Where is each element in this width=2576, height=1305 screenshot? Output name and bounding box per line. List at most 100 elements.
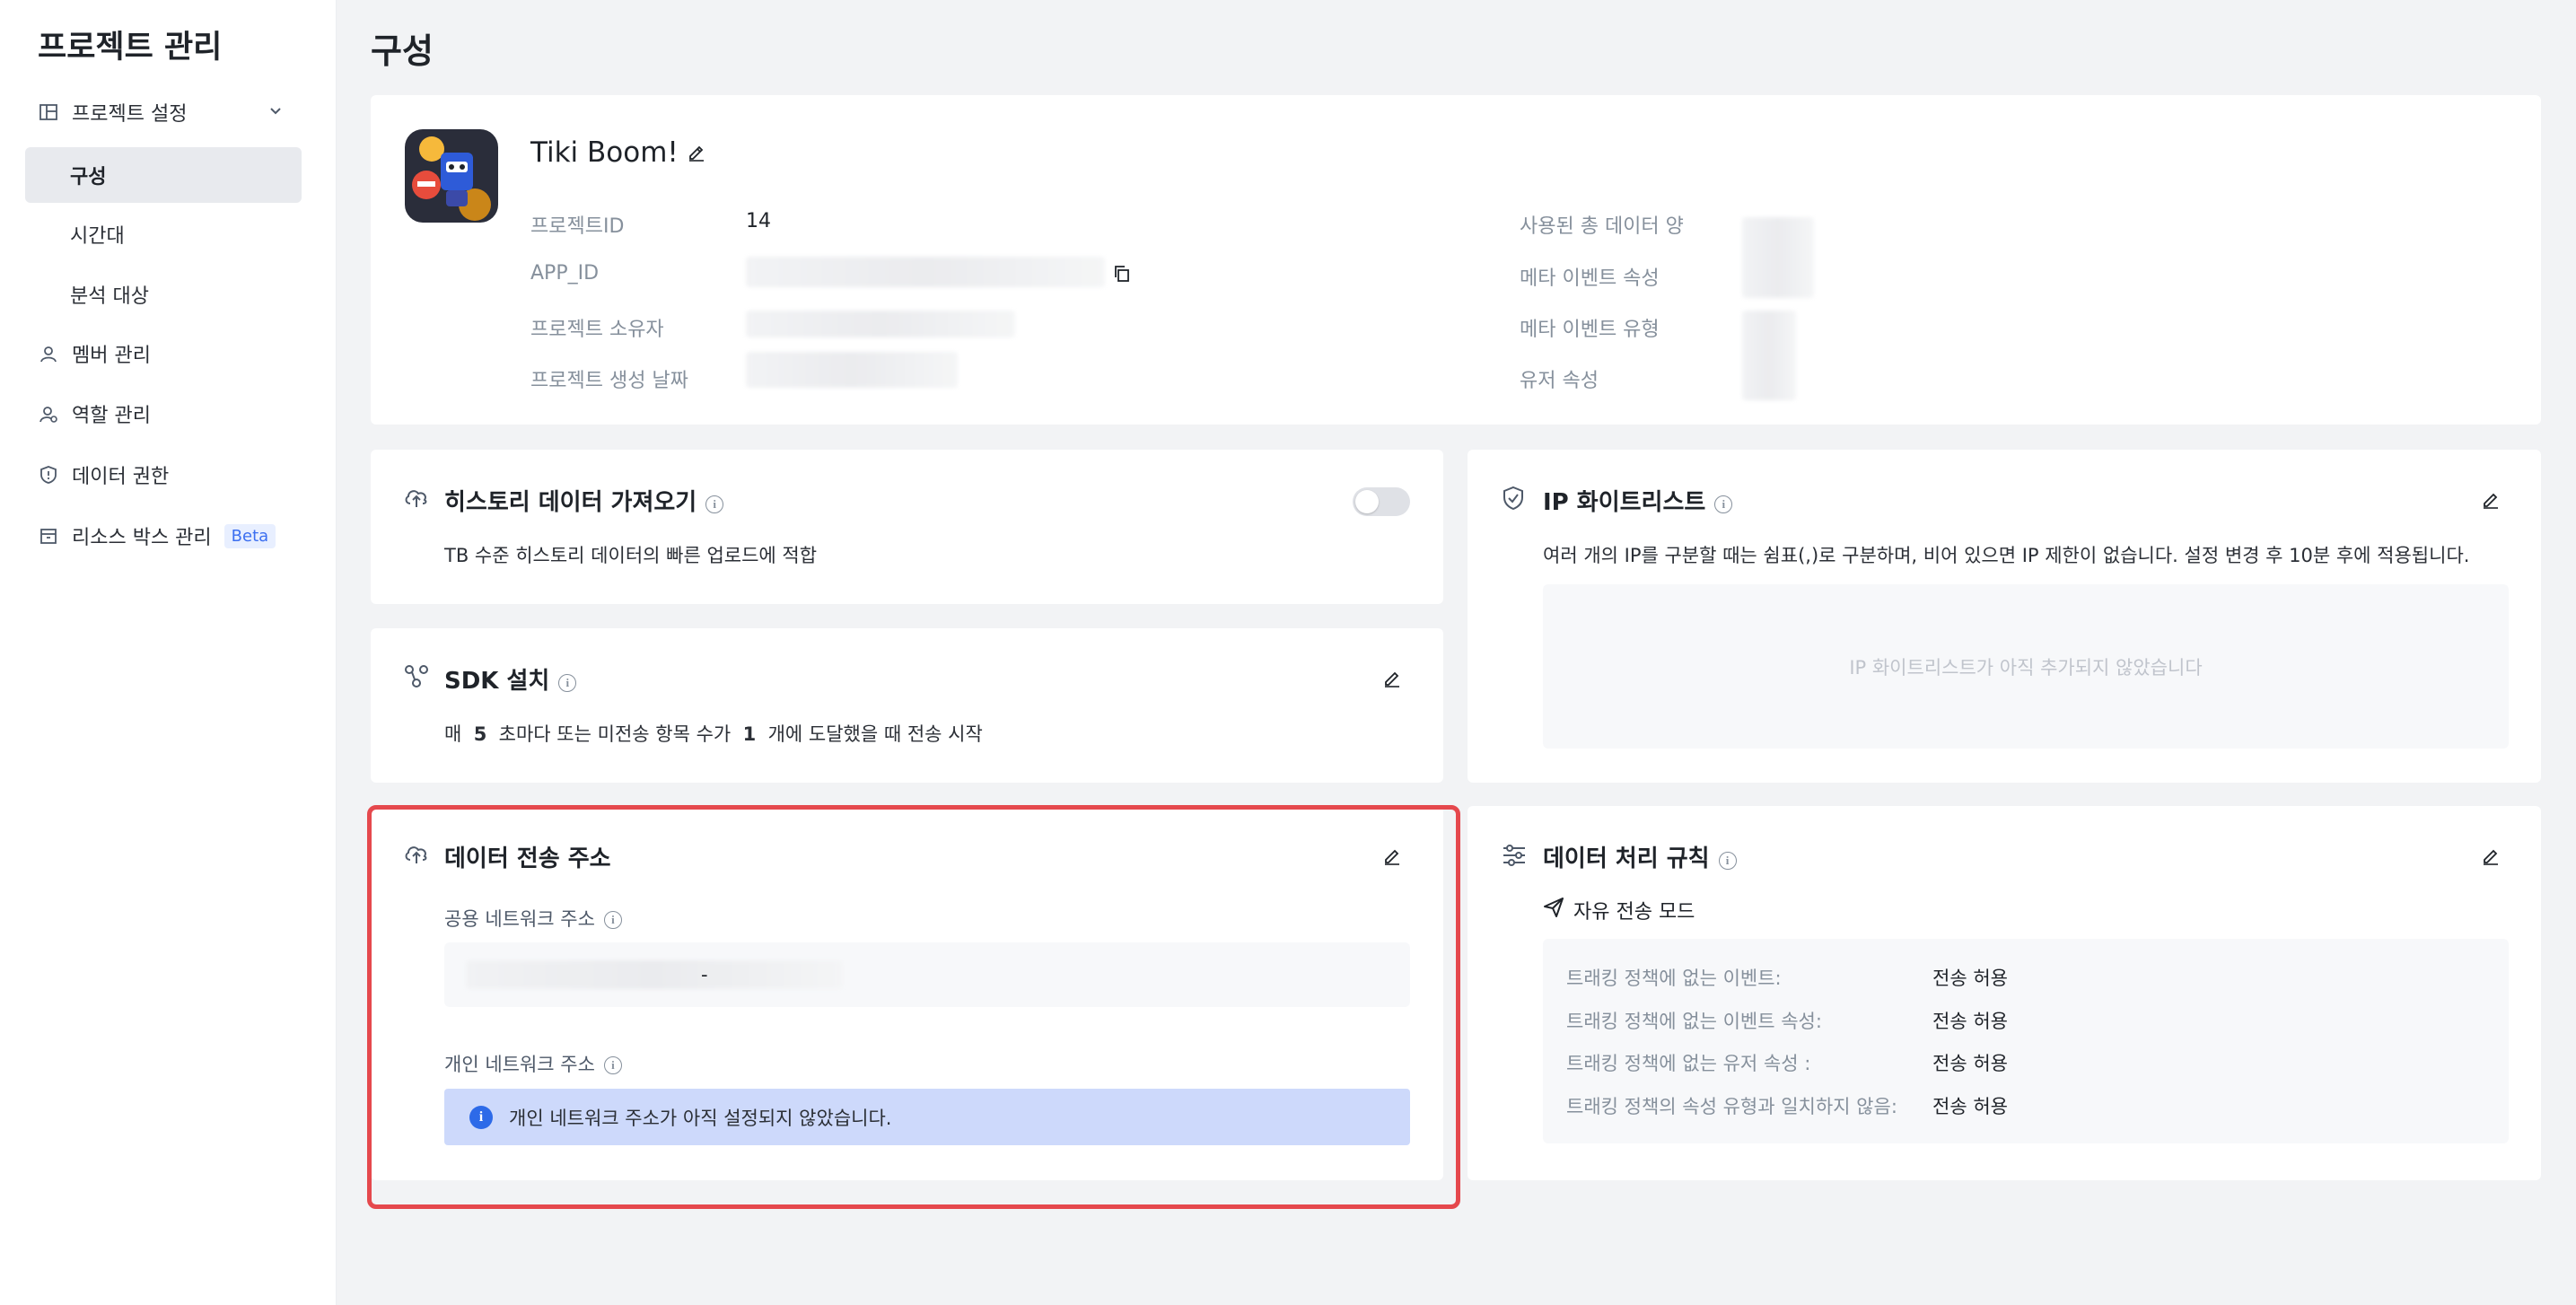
edit-sdk-button[interactable] (1379, 664, 1406, 691)
send-icon (1543, 897, 1564, 924)
data-rules-title: 데이터 처리 규칙 i (1543, 840, 1737, 873)
data-used-value-redacted (1742, 217, 1814, 298)
project-info-card: Tiki Boom! 프로젝트ID 14 APP_ID 프로젝트 소유자 프로젝… (371, 95, 2541, 425)
public-network-label: 공용 네트워크 주소 i (444, 905, 622, 932)
public-network-address: - (444, 942, 1410, 1007)
user-props-label: 유저 속성 (1520, 370, 1599, 392)
info-icon[interactable]: i (705, 495, 724, 513)
user-icon (36, 344, 61, 363)
sdk-title: SDK 설치 i (444, 662, 577, 696)
ip-whitelist-title: IP 화이트리스트 i (1543, 484, 1733, 517)
edit-endpoint-button[interactable] (1379, 842, 1406, 869)
app-icon (405, 129, 498, 223)
project-id-label: 프로젝트ID (530, 215, 625, 238)
project-id-value: 14 (746, 210, 771, 232)
edit-name-button[interactable] (683, 138, 710, 165)
box-icon (36, 526, 61, 546)
info-icon[interactable]: i (603, 1056, 622, 1074)
rules-list: 트래킹 정책에 없는 이벤트: 전송 허용 트래킹 정책에 없는 이벤트 속성:… (1543, 939, 2509, 1143)
ip-whitelist-card: IP 화이트리스트 i 여러 개의 IP를 구분할 때는 쉼표(,)로 구분하며,… (1468, 450, 2541, 783)
sidebar-item-label: 멤버 관리 (72, 345, 151, 367)
info-icon: i (469, 1105, 493, 1129)
rule-label: 트래킹 정책의 속성 유형과 일치하지 않음: (1566, 1096, 1897, 1117)
sidebar-item-label: 데이터 권한 (72, 466, 170, 488)
created-date-value-redacted (746, 352, 958, 388)
sidebar-item-project-settings[interactable]: 프로젝트 설정 (25, 84, 302, 140)
app-id-value-redacted (746, 257, 1105, 287)
nodes-icon (403, 664, 430, 693)
sidebar-item-label: 리소스 박스 관리 (72, 527, 212, 549)
owner-label: 프로젝트 소유자 (530, 319, 664, 341)
sdk-seconds: 5 (473, 723, 487, 745)
ip-whitelist-desc: 여러 개의 IP를 구분할 때는 쉼표(,)로 구분하며, 비어 있으면 IP … (1543, 545, 2470, 566)
rule-value: 전송 허용 (1932, 1096, 2008, 1117)
sdk-card: SDK 설치 i 매 5 초마다 또는 미전송 항목 수가 1 개에 도달했을 때… (371, 628, 1443, 783)
project-name: Tiki Boom! (530, 136, 679, 169)
pencil-icon (2484, 493, 2498, 509)
pencil-icon (1385, 849, 1399, 865)
layout-icon (36, 102, 61, 122)
sdk-desc: 매 5 초마다 또는 미전송 항목 수가 1 개에 도달했을 때 전송 시작 (444, 723, 983, 745)
transfer-mode-label: 자유 전송 모드 (1573, 901, 1695, 924)
rule-label: 트래킹 정책에 없는 이벤트: (1566, 968, 1782, 989)
pencil-icon (689, 145, 704, 162)
copy-icon (1115, 266, 1129, 282)
rule-value: 전송 허용 (1932, 1011, 2008, 1032)
info-icon[interactable]: i (1714, 495, 1733, 513)
chevron-down-icon (266, 101, 285, 126)
data-rules-card: 데이터 처리 규칙 i 자유 전송 모드 트래킹 정책에 없는 이벤트: 전송 허… (1468, 806, 2541, 1180)
app-id-label: APP_ID (530, 262, 600, 285)
sidebar-title: 프로젝트 관리 (38, 30, 223, 66)
private-network-label: 개인 네트워크 주소 i (444, 1050, 622, 1077)
sidebar-item-analysis-target[interactable]: 분석 대상 (25, 267, 302, 322)
shield-icon (36, 465, 61, 485)
history-import-desc: TB 수준 히스토리 데이터의 빠른 업로드에 적합 (444, 545, 818, 566)
edit-data-rules-button[interactable] (2477, 842, 2504, 869)
info-icon[interactable]: i (558, 674, 577, 692)
cloud-upload-icon (403, 486, 430, 512)
sidebar: 프로젝트 관리 프로젝트 설정 구성 시간대 분석 대상 멤버 관리 역할 관리… (0, 0, 337, 1305)
copy-app-id-button[interactable] (1108, 260, 1135, 287)
data-endpoint-card: 데이터 전송 주소 공용 네트워크 주소 i - 개인 네트워크 주소 i i 개인… (371, 806, 1443, 1180)
sidebar-item-resource-box[interactable]: 리소스 박스 관리 Beta (25, 508, 302, 564)
sdk-count: 1 (742, 723, 757, 745)
history-import-title: 히스토리 데이터 가져오기 i (444, 484, 724, 517)
meta-event-types-label: 메타 이벤트 유형 (1520, 319, 1660, 341)
sidebar-item-label: 구성 (70, 166, 107, 188)
meta-values-redacted (1742, 311, 1796, 400)
sidebar-item-label: 분석 대상 (70, 285, 149, 308)
public-address-redacted (466, 960, 843, 989)
cloud-upload-icon (403, 842, 430, 869)
page-title: 구성 (371, 31, 434, 71)
public-address-dash: - (701, 964, 708, 985)
history-import-card: 히스토리 데이터 가져오기 i TB 수준 히스토리 데이터의 빠른 업로드에 적… (371, 450, 1443, 604)
rule-label: 트래킹 정책에 없는 유저 속성 : (1566, 1053, 1811, 1074)
toggle-knob (1355, 490, 1379, 513)
info-icon[interactable]: i (603, 911, 622, 929)
data-used-label: 사용된 총 데이터 양 (1520, 215, 1684, 238)
sidebar-item-label: 시간대 (70, 225, 125, 248)
sidebar-item-configuration[interactable]: 구성 (25, 147, 302, 203)
owner-value-redacted (746, 311, 1015, 337)
pencil-icon (2484, 849, 2498, 865)
private-notice-text: 개인 네트워크 주소가 아직 설정되지 않았습니다. (509, 1107, 892, 1129)
transfer-mode: 자유 전송 모드 (1543, 896, 1695, 924)
info-icon[interactable]: i (1718, 852, 1737, 870)
edit-ip-whitelist-button[interactable] (2477, 486, 2504, 512)
sidebar-item-timezone[interactable]: 시간대 (25, 206, 302, 262)
pencil-icon (1385, 671, 1399, 688)
sidebar-item-data-permissions[interactable]: 데이터 권한 (25, 447, 302, 503)
sidebar-item-roles[interactable]: 역할 관리 (25, 386, 302, 442)
user-role-icon (36, 404, 61, 424)
sidebar-item-members[interactable]: 멤버 관리 (25, 326, 302, 381)
meta-event-props-label: 메타 이벤트 속성 (1520, 267, 1660, 290)
ip-whitelist-empty: IP 화이트리스트가 아직 추가되지 않았습니다 (1543, 584, 2509, 749)
rule-value: 전송 허용 (1932, 968, 2008, 989)
data-endpoint-title: 데이터 전송 주소 (444, 845, 611, 872)
rule-value: 전송 허용 (1932, 1053, 2008, 1074)
private-network-notice: i 개인 네트워크 주소가 아직 설정되지 않았습니다. (444, 1089, 1410, 1145)
rule-label: 트래킹 정책에 없는 이벤트 속성: (1566, 1011, 1822, 1032)
history-import-toggle[interactable] (1353, 487, 1410, 516)
sidebar-item-label: 프로젝트 설정 (72, 103, 188, 126)
shield-check-icon (1502, 486, 1525, 514)
